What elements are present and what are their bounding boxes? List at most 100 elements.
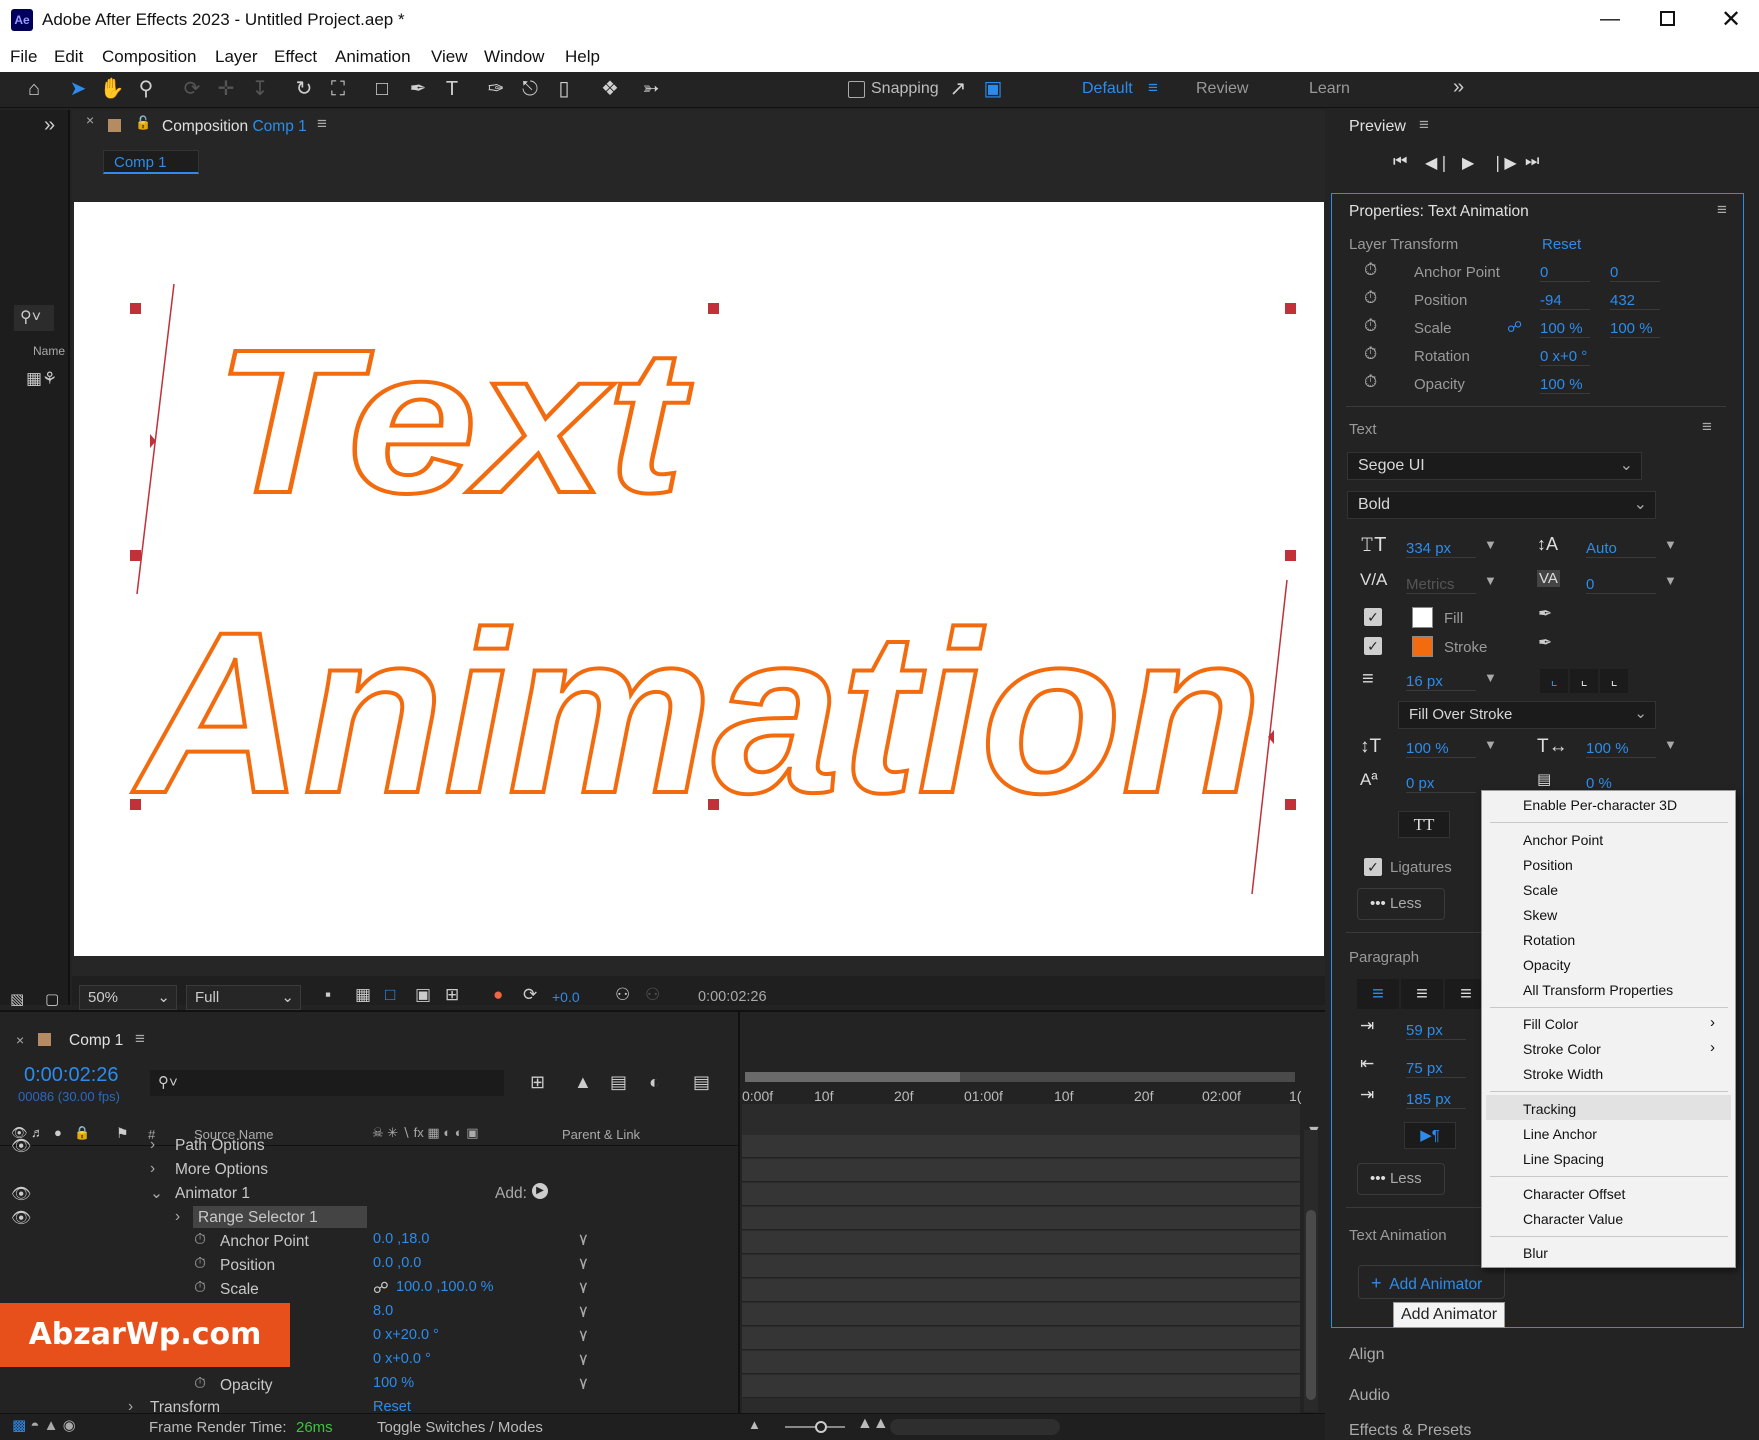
align-panel-tab[interactable]: Align [1349,1346,1385,1364]
track-row[interactable] [742,1279,1300,1302]
font-family-dropdown[interactable]: Segoe UI ⌄ [1347,452,1642,480]
visibility-eye-icon[interactable]: 👁 [11,1208,31,1228]
chevron-down-icon[interactable]: ▼ [1664,737,1677,752]
properties-menu-icon[interactable]: ≡ [1717,200,1727,220]
track-row[interactable] [742,1327,1300,1350]
zoom-out-icon[interactable]: ▲ [748,1417,761,1432]
bbox-handle-mr[interactable] [1285,550,1296,561]
fill-swatch[interactable] [1412,607,1433,628]
menu-item-blur[interactable]: Blur [1523,1245,1548,1261]
chevron-down-icon[interactable]: ⌄ [150,1184,163,1203]
more-workspaces-icon[interactable]: » [1453,76,1464,99]
add-animator-button[interactable]: + Add Animator [1358,1265,1505,1299]
add-menu-arrow-icon[interactable]: ▶ [532,1183,548,1199]
new-folder-icon[interactable]: ▢ [45,990,59,1008]
timeline-menu-icon[interactable]: ≡ [135,1029,145,1049]
menu-item-fill-color[interactable]: Fill Color [1523,1016,1578,1032]
chevron-down-icon[interactable]: ▼ [1484,573,1497,588]
fill-checkbox[interactable]: ✓ [1364,608,1382,626]
menu-animation[interactable]: Animation [335,47,411,67]
slider-knob[interactable] [815,1421,827,1433]
bbox-handle-ml[interactable] [130,550,141,561]
menu-effect[interactable]: Effect [274,47,317,67]
interpret-footage-icon[interactable]: ▧ [10,990,24,1008]
brush-tool-icon[interactable]: ✑ [483,76,509,102]
layer-prop-more-options[interactable]: More Options [175,1161,268,1179]
scale-y[interactable]: 100 % [1610,320,1660,338]
stopwatch-icon[interactable]: ⏱ [194,1255,206,1273]
region-of-interest-icon[interactable]: ▣ [415,985,431,1005]
track-row[interactable] [742,1351,1300,1374]
chevron-right-icon[interactable]: › [150,1136,155,1154]
draft-3d-icon[interactable]: ▲ [574,1072,592,1093]
last-frame-icon[interactable]: ⏭ [1525,153,1539,171]
menu-item-opacity[interactable]: Opacity [1523,957,1570,973]
menu-item-tracking[interactable]: Tracking [1523,1101,1576,1117]
preview-menu-icon[interactable]: ≡ [1419,115,1429,135]
stroke-order-dropdown[interactable]: Fill Over Stroke ⌄ [1398,701,1656,729]
stopwatch-icon[interactable]: ⏱ [1364,288,1377,308]
menu-item-stroke-color[interactable]: Stroke Color [1523,1041,1601,1057]
track-row[interactable] [742,1255,1300,1278]
menu-window[interactable]: Window [484,47,544,67]
stopwatch-icon[interactable]: ⏱ [1364,344,1377,364]
menu-item-anchor-point[interactable]: Anchor Point [1523,832,1603,848]
opacity-value-tl[interactable]: 100 % [373,1375,414,1391]
workspace-learn[interactable]: Learn [1309,80,1350,98]
menu-item-character-offset[interactable]: Character Offset [1523,1186,1625,1202]
channels-icon[interactable]: ● [493,985,503,1005]
lock-column-icon[interactable]: 🔒 [74,1125,90,1141]
project-search-icon[interactable]: ⚲˅ [14,305,54,331]
stopwatch-icon[interactable]: ⏱ [1364,316,1377,336]
pick-whip-icon[interactable]: ٧ [579,1326,588,1346]
menu-item-scale[interactable]: Scale [1523,882,1558,898]
rectangle-tool-icon[interactable]: □ [369,76,395,102]
baseline-shift-value[interactable]: 0 px [1406,775,1476,793]
close-tab-icon[interactable]: × [16,1032,24,1048]
menu-item-position[interactable]: Position [1523,857,1573,873]
prev-frame-icon[interactable]: ◀❘ [1425,153,1451,173]
track-row[interactable] [742,1207,1300,1230]
text-direction-button[interactable]: ▶¶ [1404,1122,1456,1149]
skew-axis-value[interactable]: 0 x+20.0 ° [373,1327,439,1343]
snap-options-icon[interactable]: ↗ [945,76,971,102]
stopwatch-icon[interactable]: ⏱ [1364,372,1377,392]
footer-icons[interactable]: ▩ ◓ ▲ ◉ [12,1416,76,1434]
workspace-default[interactable]: Default [1082,80,1133,98]
chevron-down-icon[interactable]: ▼ [1664,537,1677,552]
pick-whip-icon[interactable]: ٧ [579,1374,588,1394]
menu-item-all-transform[interactable]: All Transform Properties [1523,982,1673,998]
font-style-dropdown[interactable]: Bold ⌄ [1347,491,1656,519]
ligatures-checkbox[interactable]: ✓ [1364,858,1382,876]
workspace-review[interactable]: Review [1196,80,1248,98]
audio-panel-tab[interactable]: Audio [1349,1387,1390,1405]
pan-tool-icon[interactable]: ✛ [213,76,239,102]
bbox-handle-bm[interactable] [708,799,719,810]
bbox-handle-tl[interactable] [130,303,141,314]
menu-layer[interactable]: Layer [215,47,258,67]
pen-tool-icon[interactable]: ✒ [405,76,431,102]
vertical-scale-value[interactable]: 100 % [1406,740,1476,758]
parent-link-header[interactable]: Parent & Link [562,1127,640,1142]
pick-whip-icon[interactable]: ٧ [579,1230,588,1250]
home-icon[interactable]: ⌂ [21,76,47,102]
timeline-search-input[interactable]: ⚲˅ [150,1070,504,1096]
bevel-join-button[interactable]: ⌞ [1600,669,1628,693]
timeline-hscroll[interactable] [890,1419,1060,1435]
anchor-tool-icon[interactable]: ⛶ [325,76,351,102]
show-snapshot-icon[interactable]: ⚇ [645,985,660,1005]
text-section-menu-icon[interactable]: ≡ [1702,417,1712,437]
roto-brush-icon[interactable]: ❖ [597,76,623,102]
stopwatch-icon[interactable]: ⏱ [194,1231,206,1249]
menu-composition[interactable]: Composition [102,47,197,67]
comp-item-icon[interactable]: ▦⚘ [26,369,57,389]
pick-whip-icon[interactable]: ٧ [579,1278,588,1298]
anchor-point-values[interactable]: 0.0 ,18.0 [373,1231,429,1247]
eyedropper-icon[interactable]: ✒ [1538,633,1552,653]
tracking-value[interactable]: 0 [1586,576,1656,594]
chevron-down-icon[interactable]: ▼ [1484,537,1497,552]
scale-values[interactable]: 100.0 ,100.0 % [396,1279,494,1295]
comp-flowchart-icon[interactable]: ⊞ [530,1072,545,1093]
pick-whip-icon[interactable]: ٧ [579,1302,588,1322]
stroke-checkbox[interactable]: ✓ [1364,637,1382,655]
